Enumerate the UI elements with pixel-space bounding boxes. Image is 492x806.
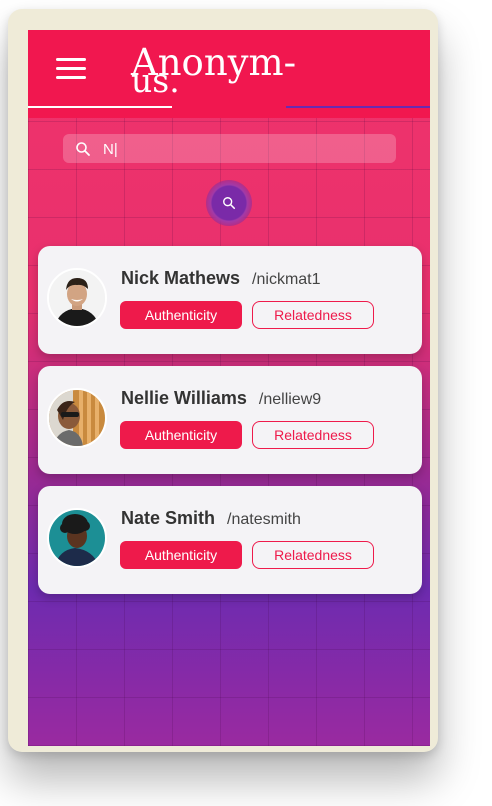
hamburger-menu-icon[interactable]	[56, 58, 86, 80]
search-icon	[76, 142, 90, 156]
app-screen: Anonym- us. N| Nick Mathews /nickmat1 Au…	[28, 30, 430, 746]
user-name-text: Nick Mathews	[121, 268, 241, 288]
header-divider-right	[286, 106, 430, 108]
authenticity-button[interactable]: Authenticity	[120, 541, 242, 569]
search-input[interactable]	[101, 137, 385, 161]
relatedness-button[interactable]: Relatedness	[252, 301, 374, 329]
app-header: Anonym- us.	[28, 30, 430, 118]
relatedness-button[interactable]: Relatedness	[252, 541, 374, 569]
search-button[interactable]	[206, 180, 252, 226]
avatar-nellie-williams	[47, 388, 107, 448]
search-icon	[223, 197, 236, 210]
user-handle: /nickmat1	[252, 271, 321, 288]
user-result-card[interactable]: Nick Mathews/nickmat1 Authenticity Relat…	[38, 246, 422, 354]
relatedness-button[interactable]: Relatedness	[252, 421, 374, 449]
avatar-nate-smith	[47, 508, 107, 568]
user-name-text: Nellie Williams	[121, 388, 247, 408]
user-handle: /nelliew9	[258, 391, 322, 408]
search-bar[interactable]	[63, 134, 396, 163]
user-name: Nick Mathews/nickmat1	[121, 268, 321, 289]
user-name: Nellie Williams/nelliew9	[121, 388, 321, 409]
authenticity-button[interactable]: Authenticity	[120, 421, 242, 449]
user-name: Nate Smith/natesmith	[121, 508, 301, 529]
logo-line-2: us.	[131, 61, 180, 100]
header-divider-left	[28, 106, 172, 108]
user-result-card[interactable]: Nellie Williams/nelliew9 Authenticity Re…	[38, 366, 422, 474]
app-logo: Anonym- us.	[131, 40, 331, 110]
avatar-nick-mathews	[47, 268, 107, 328]
authenticity-button[interactable]: Authenticity	[120, 301, 242, 329]
user-result-card[interactable]: Nate Smith/natesmith Authenticity Relate…	[38, 486, 422, 594]
user-handle: /natesmith	[227, 511, 301, 528]
user-name-text: Nate Smith	[121, 508, 216, 528]
phone-frame: Anonym- us. N| Nick Mathews /nickmat1 Au…	[8, 9, 438, 752]
